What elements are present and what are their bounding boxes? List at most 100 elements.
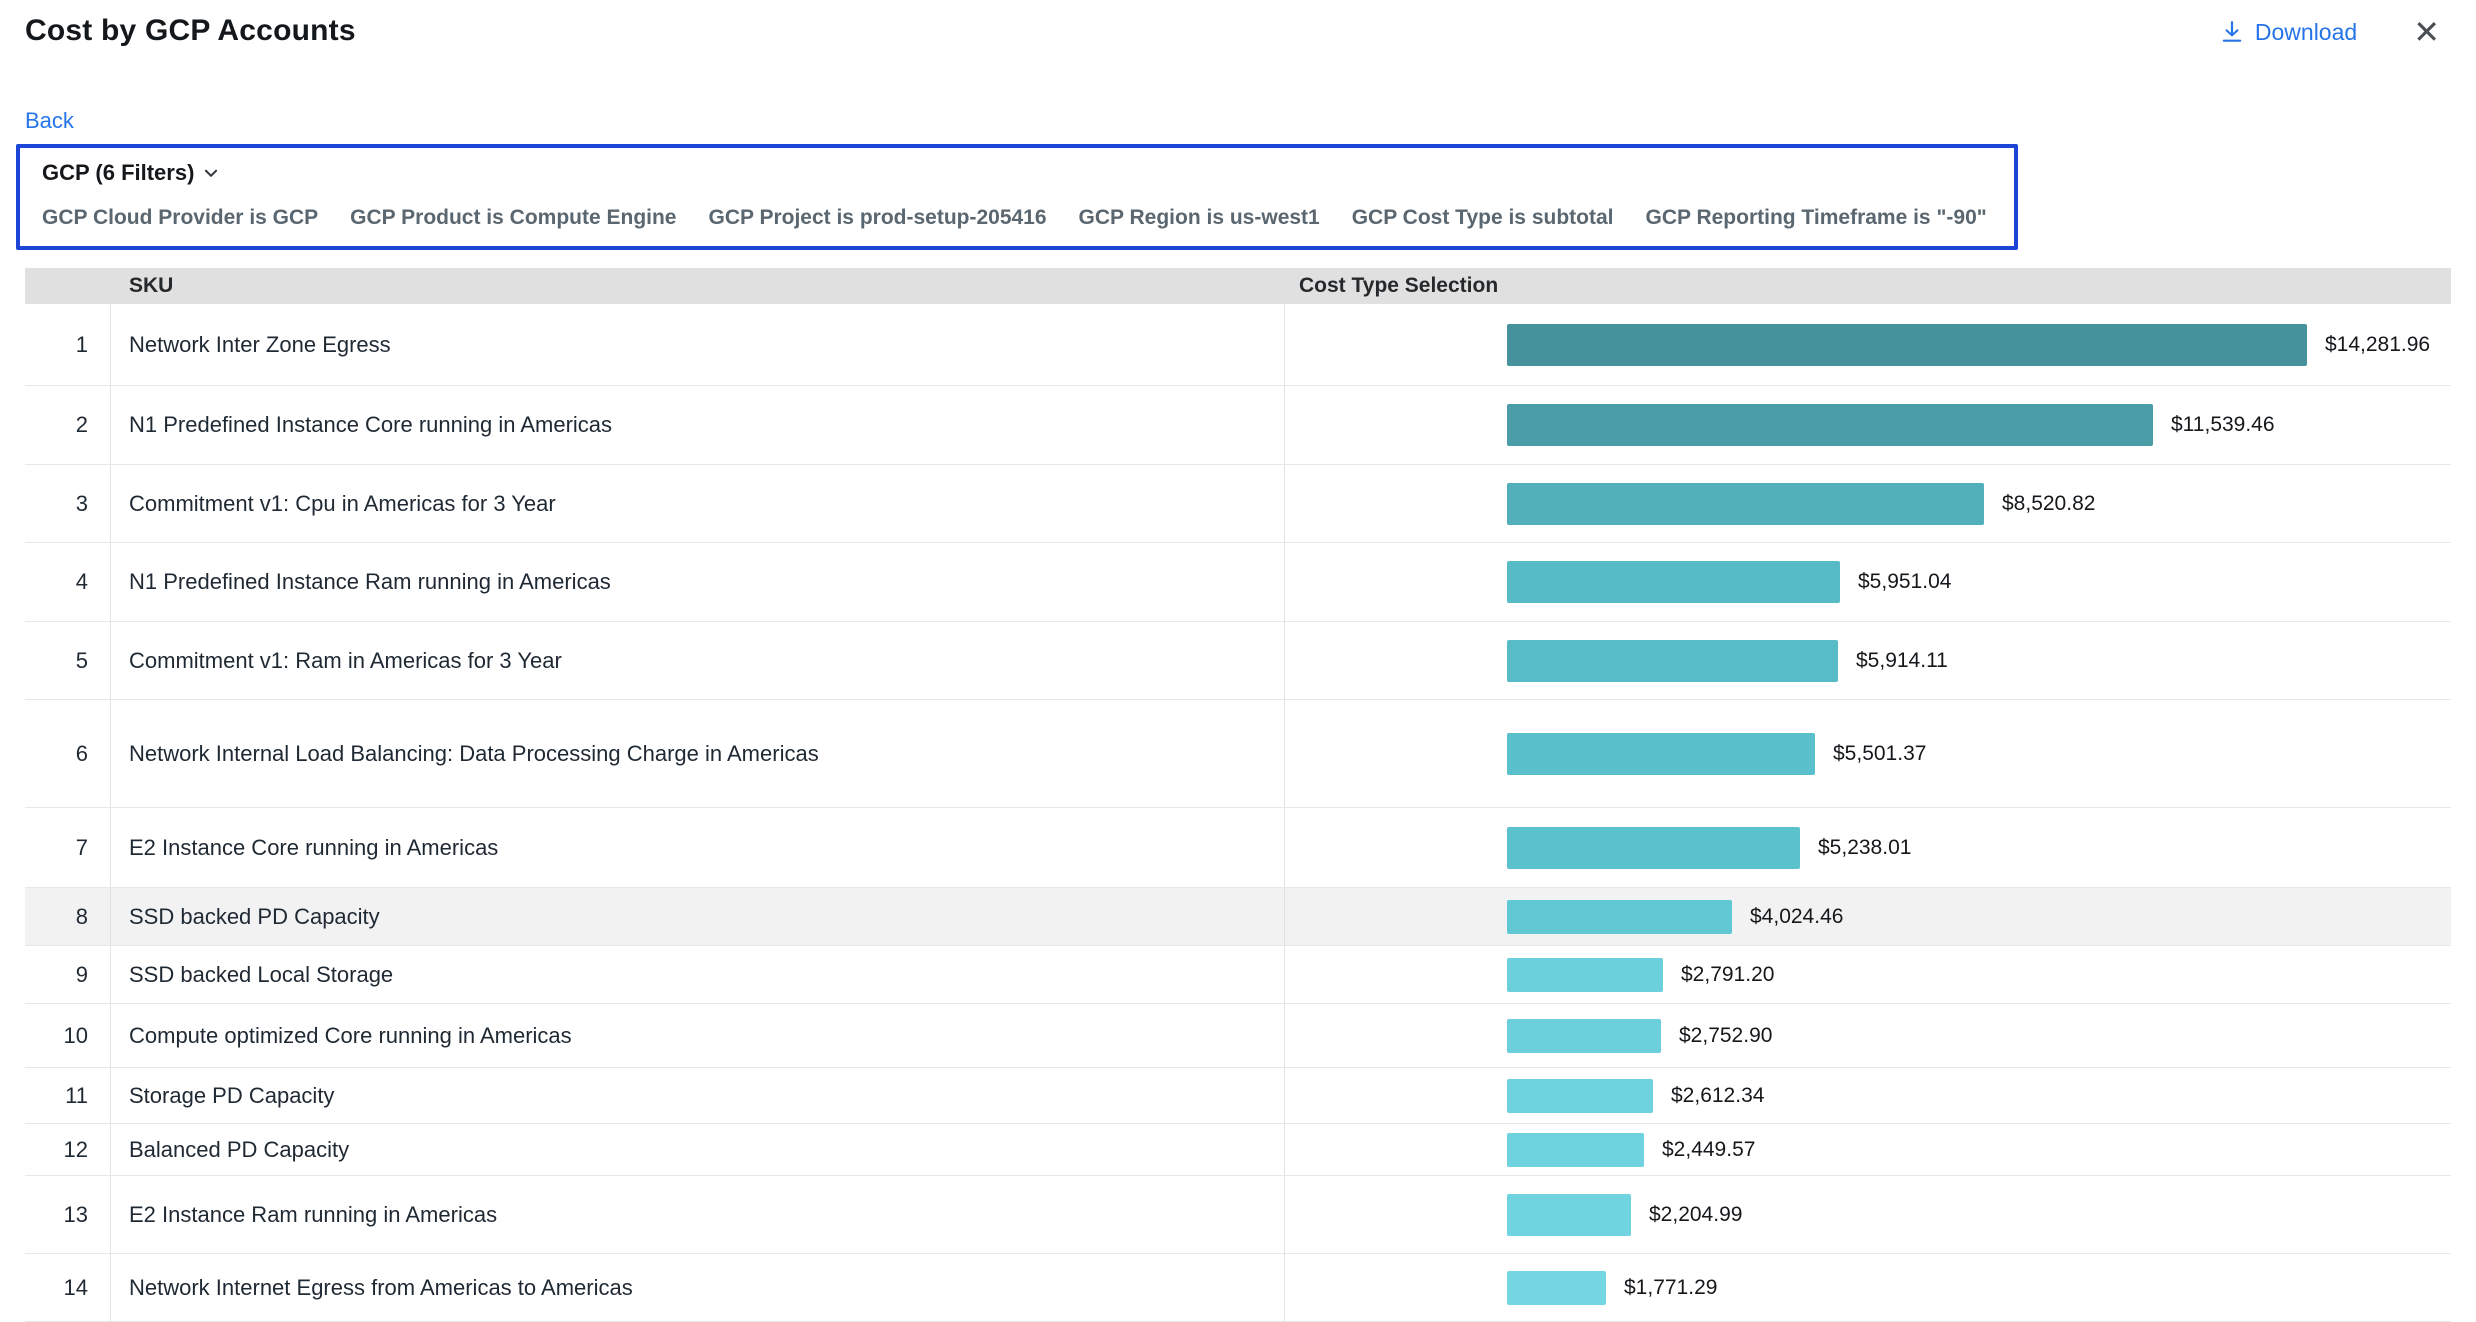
row-rank: 9 bbox=[25, 946, 111, 1003]
cost-bar[interactable] bbox=[1507, 1133, 1644, 1167]
cost-bar-cell: $2,791.20 bbox=[1285, 946, 2451, 1003]
download-icon bbox=[2219, 19, 2245, 45]
cost-bar-cell: $4,024.46 bbox=[1285, 888, 2451, 945]
table-body: 1 Network Inter Zone Egress $14,281.96 2… bbox=[25, 304, 2451, 1322]
cost-bar-cell: $8,520.82 bbox=[1285, 465, 2451, 542]
table-row[interactable]: 9 SSD backed Local Storage $2,791.20 bbox=[25, 946, 2451, 1004]
cost-bar-cell: $11,539.46 bbox=[1285, 386, 2451, 464]
cost-bar-cell: $1,771.29 bbox=[1285, 1254, 2451, 1321]
table-row[interactable]: 7 E2 Instance Core running in Americas $… bbox=[25, 808, 2451, 888]
cost-value-label: $5,914.11 bbox=[1856, 649, 1948, 673]
topbar: Cost by GCP Accounts Download ✕ bbox=[0, 0, 2476, 48]
table-header-row: SKU Cost Type Selection bbox=[25, 268, 2451, 304]
download-button[interactable]: Download bbox=[2219, 19, 2357, 46]
column-header-cost-type-selection: Cost Type Selection bbox=[1285, 274, 2451, 298]
cost-bar[interactable] bbox=[1507, 1271, 1606, 1305]
filter-item[interactable]: GCP Project is prod-setup-205416 bbox=[708, 206, 1046, 230]
cost-value-label: $2,791.20 bbox=[1681, 963, 1774, 987]
cost-value-label: $8,520.82 bbox=[2002, 492, 2095, 516]
table-row[interactable]: 6 Network Internal Load Balancing: Data … bbox=[25, 700, 2451, 808]
cost-bar[interactable] bbox=[1507, 733, 1815, 775]
chevron-down-icon bbox=[202, 164, 220, 182]
cost-bar[interactable] bbox=[1507, 958, 1663, 992]
cost-value-label: $5,238.01 bbox=[1818, 836, 1911, 860]
cost-bar-cell: $2,752.90 bbox=[1285, 1004, 2451, 1067]
row-rank: 12 bbox=[25, 1124, 111, 1175]
sku-label: SSD backed Local Storage bbox=[111, 946, 1285, 1003]
filter-item[interactable]: GCP Region is us-west1 bbox=[1079, 206, 1320, 230]
row-rank: 13 bbox=[25, 1176, 111, 1253]
sku-label: Commitment v1: Ram in Americas for 3 Yea… bbox=[111, 622, 1285, 699]
table-row[interactable]: 8 SSD backed PD Capacity $4,024.46 bbox=[25, 888, 2451, 946]
table-row[interactable]: 1 Network Inter Zone Egress $14,281.96 bbox=[25, 304, 2451, 386]
sku-label: Network Internal Load Balancing: Data Pr… bbox=[111, 700, 1285, 807]
filter-item[interactable]: GCP Product is Compute Engine bbox=[350, 206, 676, 230]
filter-item[interactable]: GCP Cloud Provider is GCP bbox=[42, 206, 318, 230]
table-row[interactable]: 14 Network Internet Egress from Americas… bbox=[25, 1254, 2451, 1322]
cost-bar[interactable] bbox=[1507, 324, 2307, 366]
cost-value-label: $2,752.90 bbox=[1679, 1024, 1772, 1048]
sku-label: E2 Instance Core running in Americas bbox=[111, 808, 1285, 887]
filter-panel: GCP (6 Filters) GCP Cloud Provider is GC… bbox=[16, 144, 2018, 250]
row-rank: 6 bbox=[25, 700, 111, 807]
table-row[interactable]: 11 Storage PD Capacity $2,612.34 bbox=[25, 1068, 2451, 1124]
page-title: Cost by GCP Accounts bbox=[25, 14, 356, 48]
row-rank: 3 bbox=[25, 465, 111, 542]
cost-bar-cell: $5,914.11 bbox=[1285, 622, 2451, 699]
row-rank: 11 bbox=[25, 1068, 111, 1123]
filter-summary[interactable]: GCP (6 Filters) bbox=[42, 160, 220, 186]
cost-bar[interactable] bbox=[1507, 1079, 1653, 1113]
sku-label: SSD backed PD Capacity bbox=[111, 888, 1285, 945]
cost-bar[interactable] bbox=[1507, 1019, 1661, 1053]
cost-bar[interactable] bbox=[1507, 827, 1800, 869]
cost-bar[interactable] bbox=[1507, 404, 2153, 446]
topbar-actions: Download ✕ bbox=[2219, 16, 2440, 48]
filter-item-list: GCP Cloud Provider is GCP GCP Product is … bbox=[42, 206, 1996, 230]
download-label: Download bbox=[2255, 19, 2357, 46]
row-rank: 2 bbox=[25, 386, 111, 464]
cost-bar[interactable] bbox=[1507, 483, 1984, 525]
cost-bar-cell: $5,501.37 bbox=[1285, 700, 2451, 807]
filter-item[interactable]: GCP Cost Type is subtotal bbox=[1352, 206, 1614, 230]
table-row[interactable]: 13 E2 Instance Ram running in Americas $… bbox=[25, 1176, 2451, 1254]
cost-bar[interactable] bbox=[1507, 640, 1838, 682]
cost-table: SKU Cost Type Selection 1 Network Inter … bbox=[25, 268, 2451, 1322]
table-row[interactable]: 2 N1 Predefined Instance Core running in… bbox=[25, 386, 2451, 465]
cost-bar-cell: $2,204.99 bbox=[1285, 1176, 2451, 1253]
back-link[interactable]: Back bbox=[25, 108, 74, 134]
cost-value-label: $2,204.99 bbox=[1649, 1203, 1742, 1227]
cost-bar[interactable] bbox=[1507, 1194, 1631, 1236]
cost-bar[interactable] bbox=[1507, 900, 1732, 934]
sku-label: E2 Instance Ram running in Americas bbox=[111, 1176, 1285, 1253]
table-row[interactable]: 10 Compute optimized Core running in Ame… bbox=[25, 1004, 2451, 1068]
cost-by-gcp-accounts-panel: Cost by GCP Accounts Download ✕ Back GCP… bbox=[0, 0, 2476, 1322]
sku-label: Storage PD Capacity bbox=[111, 1068, 1285, 1123]
row-rank: 4 bbox=[25, 543, 111, 621]
cost-value-label: $1,771.29 bbox=[1624, 1276, 1717, 1300]
cost-value-label: $4,024.46 bbox=[1750, 905, 1843, 929]
sku-label: N1 Predefined Instance Core running in A… bbox=[111, 386, 1285, 464]
table-row[interactable]: 4 N1 Predefined Instance Ram running in … bbox=[25, 543, 2451, 622]
cost-bar[interactable] bbox=[1507, 561, 1840, 603]
column-header-sku: SKU bbox=[111, 274, 1285, 298]
row-rank: 7 bbox=[25, 808, 111, 887]
sku-label: Commitment v1: Cpu in Americas for 3 Yea… bbox=[111, 465, 1285, 542]
row-rank: 10 bbox=[25, 1004, 111, 1067]
filter-item[interactable]: GCP Reporting Timeframe is "-90" bbox=[1645, 206, 1986, 230]
cost-value-label: $2,612.34 bbox=[1671, 1084, 1764, 1108]
cost-bar-cell: $2,612.34 bbox=[1285, 1068, 2451, 1123]
row-rank: 8 bbox=[25, 888, 111, 945]
sku-label: Compute optimized Core running in Americ… bbox=[111, 1004, 1285, 1067]
close-icon[interactable]: ✕ bbox=[2413, 16, 2440, 48]
table-row[interactable]: 5 Commitment v1: Ram in Americas for 3 Y… bbox=[25, 622, 2451, 700]
table-row[interactable]: 3 Commitment v1: Cpu in Americas for 3 Y… bbox=[25, 465, 2451, 543]
cost-bar-cell: $5,951.04 bbox=[1285, 543, 2451, 621]
cost-value-label: $5,501.37 bbox=[1833, 742, 1926, 766]
cost-bar-cell: $5,238.01 bbox=[1285, 808, 2451, 887]
cost-value-label: $14,281.96 bbox=[2325, 333, 2430, 357]
sku-label: Balanced PD Capacity bbox=[111, 1124, 1285, 1175]
row-rank: 5 bbox=[25, 622, 111, 699]
table-row[interactable]: 12 Balanced PD Capacity $2,449.57 bbox=[25, 1124, 2451, 1176]
sku-label: Network Inter Zone Egress bbox=[111, 304, 1285, 385]
filter-summary-label: GCP (6 Filters) bbox=[42, 160, 194, 186]
